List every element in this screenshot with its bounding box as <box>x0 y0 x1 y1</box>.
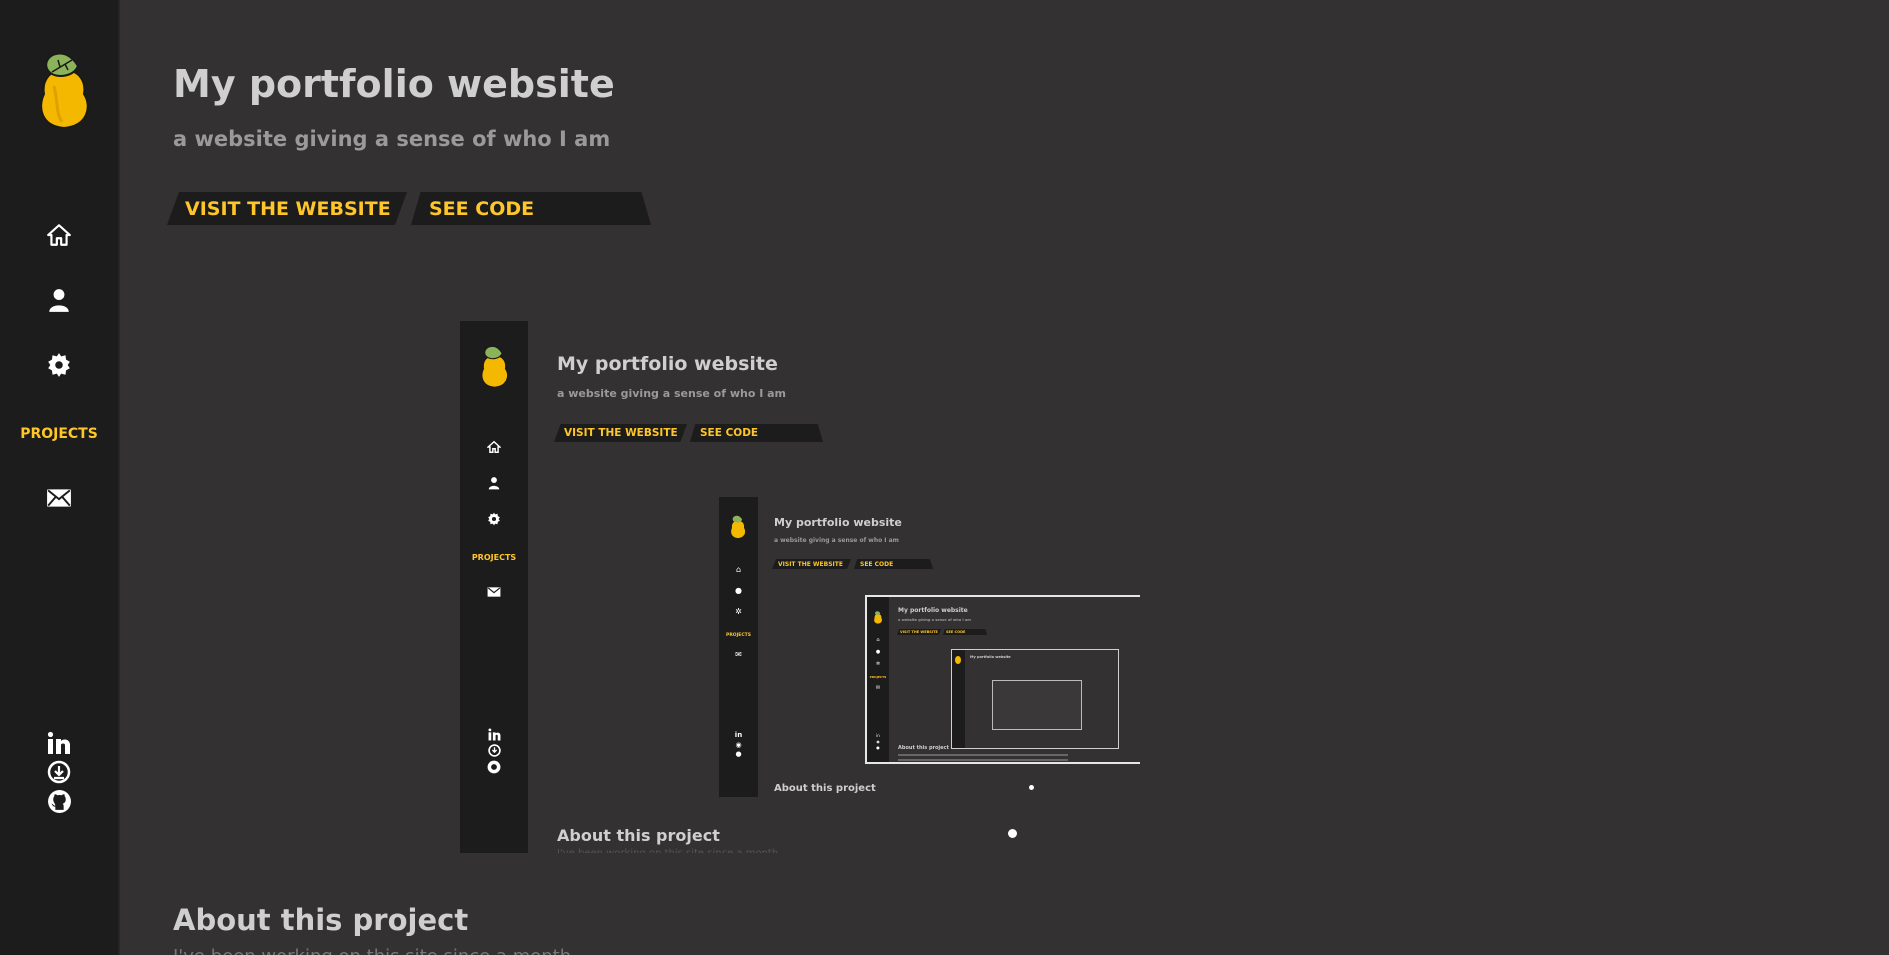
page-subtitle: a website giving a sense of who I am <box>173 127 611 151</box>
home-icon <box>46 222 72 252</box>
home-icon: ⌂ <box>876 636 880 643</box>
nested-visit-button: VISIT THE WEBSITE <box>772 559 851 569</box>
nav-about[interactable] <box>0 287 118 317</box>
nav-projects: PROJECTS <box>869 675 887 679</box>
website-preview: PROJECTS My portfolio website a website … <box>460 321 1220 853</box>
nested-sidebar: ⌂ ● ✲ PROJECTS ✉ in ◉ ● <box>719 497 758 797</box>
mail-icon: ✉ <box>735 649 742 659</box>
home-icon <box>460 440 528 454</box>
nested-title-3: My portfolio website <box>970 655 1011 659</box>
preview-sidebar: PROJECTS <box>460 321 528 853</box>
linkedin-icon <box>460 728 528 741</box>
nav-projects: PROJECTS <box>726 632 751 638</box>
linkedin-icon: in <box>876 732 880 738</box>
github-link[interactable] <box>0 789 118 818</box>
see-code-button[interactable]: SEE CODE <box>411 192 651 225</box>
download-icon: ◉ <box>735 741 742 749</box>
github-icon: ● <box>735 750 742 758</box>
download-icon <box>47 760 71 788</box>
resume-download-link[interactable] <box>0 760 118 788</box>
mail-icon: ✉ <box>875 684 881 691</box>
github-icon: ● <box>876 744 880 750</box>
nested-preview: ⌂ ● ✲ PROJECTS ✉ in ◉ ● My portfolio web… <box>719 497 1140 797</box>
user-icon <box>460 476 528 490</box>
mail-icon <box>46 485 72 515</box>
gear-icon <box>460 512 528 526</box>
visit-website-button[interactable]: VISIT THE WEBSITE <box>167 192 407 225</box>
nested-title: My portfolio website <box>774 516 902 529</box>
user-icon <box>46 287 72 317</box>
github-icon <box>460 760 528 773</box>
nested-preview-4 <box>992 680 1082 730</box>
nav-contact[interactable] <box>0 485 118 515</box>
nested-about-heading-2: About this project <box>898 745 949 751</box>
carousel-dot <box>1029 785 1034 790</box>
nested-preview-3: My portfolio website <box>951 649 1119 749</box>
nav-projects[interactable]: PROJECTS <box>0 424 118 444</box>
nested-subtitle-2: a website giving a sense of who I am <box>898 618 971 622</box>
nested-visit-button-2: VISIT THE WEBSITE <box>897 629 941 635</box>
gear-icon: ✲ <box>875 660 881 667</box>
linkedin-link[interactable] <box>0 731 118 759</box>
pear-logo-icon <box>873 609 883 624</box>
download-icon: ◉ <box>876 738 880 744</box>
sidebar: PROJECTS <box>0 0 120 955</box>
linkedin-icon <box>47 731 71 759</box>
nested-preview-2: ⌂ ● ✲ PROJECTS ✉ in ◉ ● My portfolio web… <box>865 595 1140 764</box>
user-icon: ● <box>735 585 742 595</box>
nested-about-heading: About this project <box>774 783 876 794</box>
nested-title-2: My portfolio website <box>898 607 968 614</box>
nav-home[interactable] <box>0 222 118 252</box>
github-icon <box>47 789 72 818</box>
nav-skills[interactable] <box>0 352 118 382</box>
preview-about-heading: About this project <box>557 826 720 845</box>
about-heading: About this project <box>173 903 469 937</box>
pear-logo-icon <box>729 515 747 539</box>
about-text-line <box>898 754 1068 756</box>
home-icon: ⌂ <box>735 564 742 574</box>
user-icon: ● <box>875 648 881 655</box>
download-icon <box>460 744 528 757</box>
nav-projects: PROJECTS <box>471 552 517 562</box>
gear-icon <box>46 352 72 382</box>
carousel-dot[interactable] <box>1008 829 1017 838</box>
nested-code-button: SEE CODE <box>854 559 933 569</box>
linkedin-icon: in <box>734 731 743 739</box>
pear-logo-icon <box>478 345 511 389</box>
mail-icon <box>460 585 528 599</box>
preview-visit-button: VISIT THE WEBSITE <box>554 424 687 442</box>
page-title: My portfolio website <box>173 62 615 106</box>
pear-logo-icon[interactable] <box>34 52 94 130</box>
preview-code-button: SEE CODE <box>690 424 823 442</box>
nested-sidebar-3 <box>952 650 965 748</box>
gear-icon: ✲ <box>735 606 742 616</box>
nested-code-button-2: SEE CODE <box>943 629 987 635</box>
about-text-line <box>898 759 1068 761</box>
pear-logo-icon <box>955 656 961 664</box>
nested-sidebar-2: ⌂ ● ✲ PROJECTS ✉ in ◉ ● <box>867 597 889 762</box>
preview-subtitle: a website giving a sense of who I am <box>557 387 787 400</box>
nested-subtitle: a website giving a sense of who I am <box>774 537 899 544</box>
preview-about-text: I've been working on this site since a m… <box>557 848 788 853</box>
about-text: I've been working on this site since a m… <box>173 946 588 955</box>
preview-title: My portfolio website <box>557 353 778 375</box>
